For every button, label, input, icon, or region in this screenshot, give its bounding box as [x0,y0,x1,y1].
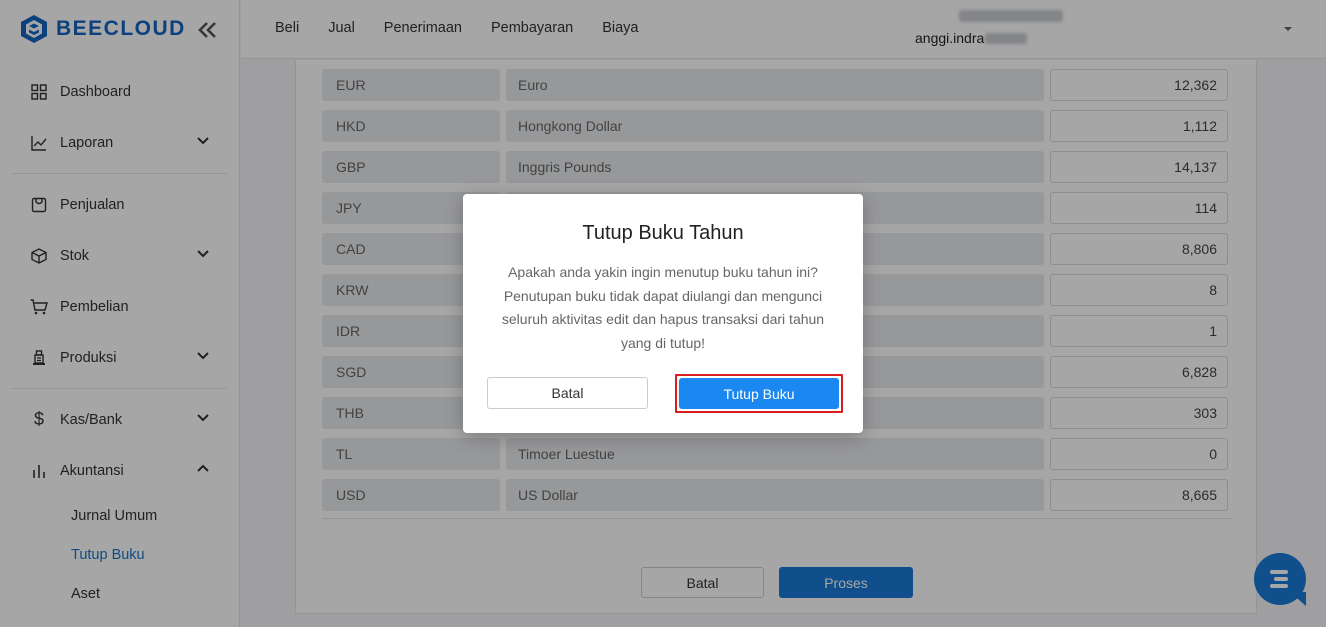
dialog-title: Tutup Buku Tahun [582,222,744,244]
close-books-dialog: Tutup Buku Tahun Apakah anda yakin ingin… [463,194,863,433]
dialog-cancel-button[interactable]: Batal [487,377,648,409]
dialog-confirm-button[interactable]: Tutup Buku [679,378,839,409]
dialog-message: Apakah anda yakin ingin menutup buku tah… [501,264,825,351]
